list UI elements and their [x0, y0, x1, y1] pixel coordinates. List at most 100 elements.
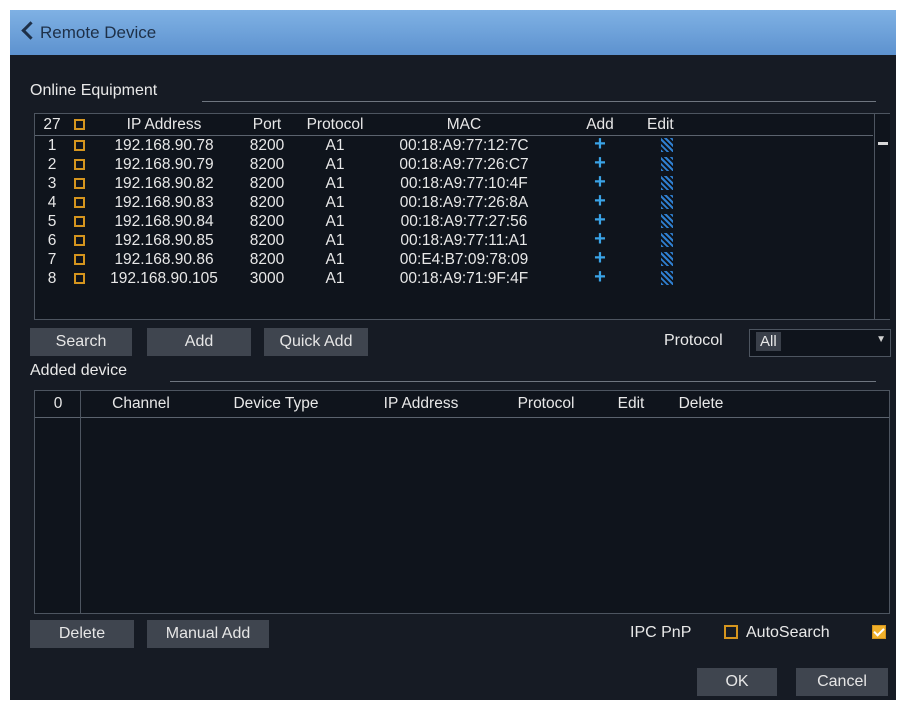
select-all-checkbox[interactable]: [69, 114, 89, 136]
row-number: 6: [47, 231, 57, 249]
plus-icon[interactable]: +: [594, 212, 606, 231]
plus-icon[interactable]: +: [594, 136, 606, 156]
manual-add-button[interactable]: Manual Add: [147, 620, 269, 648]
row-checkbox[interactable]: [69, 269, 89, 288]
table-row[interactable]: 4 192.168.90.83 8200 A1 00:18:A9:77:26:8…: [35, 193, 873, 212]
col-mac: MAC: [375, 114, 553, 136]
row-checkbox[interactable]: [69, 250, 89, 269]
ok-button[interactable]: OK: [697, 668, 777, 696]
ip-cell: 192.168.90.83: [114, 193, 214, 211]
edit-cell[interactable]: [647, 155, 719, 174]
plus-icon[interactable]: +: [594, 174, 606, 193]
checkbox-icon[interactable]: [73, 158, 85, 170]
back-chevron-icon[interactable]: [21, 21, 40, 40]
table-row[interactable]: 1 192.168.90.78 8200 A1 00:18:A9:77:12:7…: [35, 136, 873, 156]
row-checkbox[interactable]: [69, 231, 89, 250]
edit-icon[interactable]: [661, 176, 673, 191]
add-cell[interactable]: +: [553, 136, 647, 156]
add-cell[interactable]: +: [553, 193, 647, 212]
title-bar: Remote Device: [10, 10, 896, 55]
delete-button[interactable]: Delete: [30, 620, 134, 648]
protocol-cell: A1: [325, 269, 345, 287]
header-spacer: [719, 114, 873, 136]
search-button[interactable]: Search: [30, 328, 132, 356]
protocol-cell: A1: [325, 155, 345, 173]
edit-cell[interactable]: [647, 136, 719, 156]
add-cell[interactable]: +: [553, 212, 647, 231]
checkbox-icon[interactable]: [73, 215, 85, 227]
checkbox-icon[interactable]: [73, 196, 85, 208]
ipc-pnp-checkbox[interactable]: [724, 625, 738, 639]
edit-cell[interactable]: [647, 174, 719, 193]
scrollbar-thumb[interactable]: [878, 142, 888, 145]
ip-cell: 192.168.90.79: [114, 155, 214, 173]
checkbox-icon[interactable]: [73, 177, 85, 189]
checkbox-icon[interactable]: [73, 253, 85, 265]
edit-icon[interactable]: [661, 233, 673, 248]
table-row[interactable]: 2 192.168.90.79 8200 A1 00:18:A9:77:26:C…: [35, 155, 873, 174]
ip-cell: 192.168.90.82: [114, 174, 214, 192]
col-edit: Edit: [647, 114, 719, 136]
mac-cell: 00:18:A9:71:9F:4F: [399, 269, 529, 287]
row-number: 3: [47, 174, 57, 192]
row-checkbox[interactable]: [69, 155, 89, 174]
mac-cell: 00:18:A9:77:10:4F: [400, 174, 528, 192]
mac-cell: 00:18:A9:77:12:7C: [399, 136, 529, 154]
col-protocol: Protocol: [295, 114, 375, 136]
table-row[interactable]: 7 192.168.90.86 8200 A1 00:E4:B7:09:78:0…: [35, 250, 873, 269]
edit-icon[interactable]: [661, 157, 673, 172]
edit-icon[interactable]: [661, 271, 673, 286]
checkbox-icon[interactable]: [73, 234, 85, 246]
edit-cell[interactable]: [647, 250, 719, 269]
section-divider: [170, 381, 876, 382]
table-row[interactable]: 6 192.168.90.85 8200 A1 00:18:A9:77:11:A…: [35, 231, 873, 250]
quick-add-button[interactable]: Quick Add: [264, 328, 368, 356]
checkbox-icon[interactable]: [73, 139, 85, 151]
edit-icon[interactable]: [661, 252, 673, 267]
add-cell[interactable]: +: [553, 174, 647, 193]
plus-icon[interactable]: +: [594, 231, 606, 250]
add-cell[interactable]: +: [553, 250, 647, 269]
add-cell[interactable]: +: [553, 269, 647, 288]
plus-icon[interactable]: +: [594, 155, 606, 174]
checkbox-icon[interactable]: [73, 272, 85, 284]
mac-cell: 00:18:A9:77:11:A1: [400, 231, 528, 249]
add-cell[interactable]: +: [553, 231, 647, 250]
protocol-cell: A1: [325, 212, 345, 230]
col-ip-address: IP Address: [351, 391, 491, 418]
row-checkbox[interactable]: [69, 136, 89, 156]
section-divider: [202, 101, 876, 102]
row-checkbox[interactable]: [69, 174, 89, 193]
checkbox-icon[interactable]: [73, 118, 85, 130]
protocol-select[interactable]: All ▼: [749, 329, 891, 357]
add-cell[interactable]: +: [553, 155, 647, 174]
edit-cell[interactable]: [647, 193, 719, 212]
row-number: 7: [47, 250, 57, 268]
plus-icon[interactable]: +: [594, 269, 606, 288]
column-divider: [80, 391, 81, 613]
added-device-label: Added device: [30, 362, 127, 379]
cancel-button[interactable]: Cancel: [796, 668, 888, 696]
row-checkbox[interactable]: [69, 193, 89, 212]
online-scrollbar[interactable]: [874, 114, 890, 319]
table-row[interactable]: 8 192.168.90.105 3000 A1 00:18:A9:71:9F:…: [35, 269, 873, 288]
edit-icon[interactable]: [661, 138, 673, 153]
edit-cell[interactable]: [647, 269, 719, 288]
add-button[interactable]: Add: [147, 328, 251, 356]
row-number: 2: [47, 155, 57, 173]
table-row[interactable]: 5 192.168.90.84 8200 A1 00:18:A9:77:27:5…: [35, 212, 873, 231]
port-cell: 3000: [249, 269, 285, 287]
mac-cell: 00:E4:B7:09:78:09: [399, 250, 529, 268]
edit-cell[interactable]: [647, 231, 719, 250]
plus-icon[interactable]: +: [594, 193, 606, 212]
autosearch-checkbox[interactable]: [872, 625, 886, 639]
port-cell: 8200: [249, 231, 285, 249]
caret-down-icon[interactable]: ▼: [876, 334, 886, 345]
mac-cell: 00:18:A9:77:26:8A: [399, 193, 529, 211]
plus-icon[interactable]: +: [594, 250, 606, 269]
edit-cell[interactable]: [647, 212, 719, 231]
table-row[interactable]: 3 192.168.90.82 8200 A1 00:18:A9:77:10:4…: [35, 174, 873, 193]
edit-icon[interactable]: [661, 214, 673, 229]
edit-icon[interactable]: [661, 195, 673, 210]
row-checkbox[interactable]: [69, 212, 89, 231]
